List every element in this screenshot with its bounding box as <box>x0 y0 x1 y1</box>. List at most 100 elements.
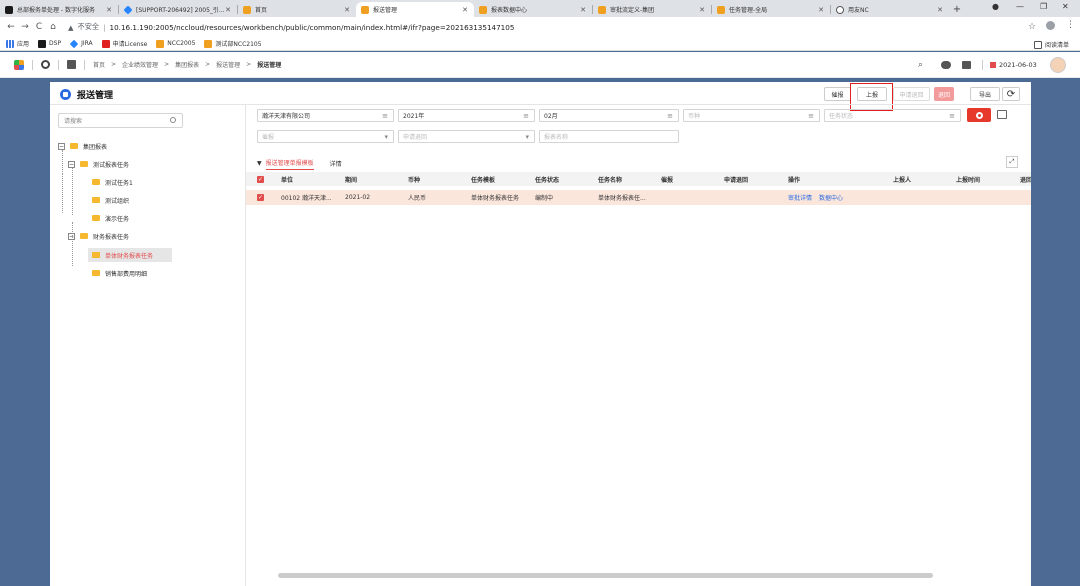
tree-search-input[interactable]: 请搜索 <box>58 113 183 128</box>
year-select[interactable]: 2021年 ≡ <box>398 109 535 122</box>
breadcrumb: 首页 > 企业绩效管理 > 集团报表 > 报送管理 > 报送管理 <box>93 61 282 69</box>
browser-tab-bar: 总部报务单处理 - 数字化服务 ✕ [SUPPORT-206492] 2005_引… <box>0 0 1080 17</box>
account-icon[interactable] <box>1046 21 1055 30</box>
select-all-checkbox[interactable]: ✓ <box>257 175 264 183</box>
browser-tab-7[interactable]: 任务管理-全局 ✕ <box>712 2 830 17</box>
avatar[interactable] <box>1050 57 1066 73</box>
task-status-select[interactable]: 任务状态 ≡ <box>824 109 961 122</box>
browser-tab-3[interactable]: 首页 ✕ <box>238 2 356 17</box>
urge-select[interactable]: 催报 ▾ <box>257 130 394 143</box>
tree-node-item[interactable]: 销售部费用明细 <box>92 266 147 280</box>
urge-button[interactable]: 催报 <box>824 87 851 101</box>
close-icon[interactable]: ✕ <box>936 6 944 14</box>
approval-details-link[interactable]: 审批详情 <box>788 193 812 202</box>
close-icon[interactable]: ✕ <box>461 6 469 14</box>
browser-tab-8[interactable]: 用友NC ✕ <box>831 2 949 17</box>
folder-icon <box>92 215 100 221</box>
month-select[interactable]: 02月 ≡ <box>539 109 679 122</box>
browser-tab-5[interactable]: 报表数据中心 ✕ <box>474 2 592 17</box>
folder-icon <box>80 233 88 239</box>
report-button[interactable]: 上报 <box>857 87 887 101</box>
tab-template[interactable]: 报送管理单报模板 <box>265 156 314 170</box>
home-icon[interactable]: ⌂ <box>46 22 60 32</box>
close-icon[interactable]: ✕ <box>579 6 587 14</box>
jira-icon <box>123 4 133 15</box>
bookmark-license[interactable]: 申请License <box>101 39 147 48</box>
video-icon[interactable] <box>962 61 971 69</box>
tab-details[interactable]: 详情 <box>330 156 342 170</box>
forward-icon[interactable]: → <box>18 22 32 32</box>
tree-node-group2[interactable]: − 财务报表任务 <box>68 229 129 243</box>
tree-node-item[interactable]: 测试组织 <box>92 193 129 207</box>
refresh-icon[interactable]: ⟳ <box>1002 87 1020 101</box>
report-name-input[interactable]: 报表名称 <box>539 130 679 143</box>
bookmark-ncc2105[interactable]: 测试部NCC2105 <box>204 39 262 48</box>
ncc-icon <box>243 5 251 14</box>
window-close-icon[interactable]: ✕ <box>1062 2 1069 11</box>
tree-node-group1[interactable]: − 测试报表任务 <box>68 157 129 171</box>
main-panel: 报送管理 催报 上报 申请退回 退回 导出 ⟳ 请搜索 − 集团报表 − 测试报表任… <box>50 82 1031 586</box>
bookmark-apps[interactable]: 应用 <box>6 39 29 48</box>
chevron-down-icon: ▾ <box>525 133 529 141</box>
bookmark-dsp[interactable]: DSP <box>38 39 61 48</box>
export-button[interactable]: 导出 <box>970 87 1000 101</box>
browser-tab-1[interactable]: 总部报务单处理 - 数字化服务 ✕ <box>0 2 118 17</box>
back-icon[interactable]: ← <box>4 22 18 32</box>
print-icon[interactable] <box>997 110 1007 119</box>
message-icon[interactable] <box>941 61 951 69</box>
close-icon[interactable]: ✕ <box>698 6 706 14</box>
folder-icon <box>92 197 100 203</box>
reading-list[interactable]: 阅读清单 <box>1034 40 1069 49</box>
request-return-select[interactable]: 申请退回 ▾ <box>398 130 535 143</box>
horizontal-scrollbar[interactable] <box>278 573 933 578</box>
tree-node-item[interactable]: 演示任务 <box>92 211 129 225</box>
search-button[interactable] <box>967 108 991 122</box>
close-icon[interactable]: ✕ <box>817 6 825 14</box>
bookmark-ncc2005[interactable]: NCC2005 <box>156 39 195 48</box>
browser-tab-2[interactable]: [SUPPORT-206492] 2005_引... ✕ <box>119 2 237 17</box>
page-title: 报送管理 <box>60 88 113 101</box>
tree-pane: 请搜索 − 集团报表 − 测试报表任务 测试任务1 测试组织 演示任务 − 财务报表任… <box>50 105 246 586</box>
row-checkbox[interactable]: ✓ <box>257 194 264 201</box>
reading-list-icon <box>1034 40 1042 49</box>
company-select[interactable]: 瀚洋天津有限公司 ≡ <box>257 109 394 122</box>
list-icon: ≡ <box>382 112 388 120</box>
request-return-button[interactable]: 申请退回 <box>893 87 930 101</box>
ncc-icon <box>361 5 369 14</box>
reload-icon[interactable]: C <box>32 22 46 32</box>
browser-tab-6[interactable]: 审批流定义-集团 ✕ <box>593 2 711 17</box>
url-field[interactable]: ▲ 不安全 | 10.16.1.190:2005/nccloud/resourc… <box>68 22 514 32</box>
bookmark-jira[interactable]: JIRA <box>69 39 93 48</box>
table-row[interactable]: ✓ 00102 瀚洋天津... 2021-02 人民币 单体财务报表任务 编制中… <box>246 190 1031 205</box>
data-center-link[interactable]: 数据中心 <box>819 193 843 202</box>
caret-down-icon[interactable]: ▼ <box>257 160 262 167</box>
collapse-icon[interactable]: − <box>68 160 75 168</box>
report-icon <box>60 89 71 100</box>
close-icon[interactable]: ✕ <box>343 6 351 14</box>
collapse-icon[interactable]: − <box>68 232 75 240</box>
close-icon[interactable]: ✕ <box>105 6 113 14</box>
collapse-icon[interactable]: − <box>58 142 65 150</box>
search-icon[interactable]: ⌕ <box>918 60 923 70</box>
minimize-icon[interactable]: — <box>1016 2 1024 11</box>
star-icon[interactable]: ☆ <box>1028 22 1036 32</box>
date-display: 2021-06-03 <box>990 61 1037 69</box>
app-logo-icon[interactable] <box>14 59 24 70</box>
menu-dots-icon[interactable]: ⋮ <box>1066 20 1075 30</box>
currency-select[interactable]: 币种 ≡ <box>683 109 820 122</box>
browser-tab-4[interactable]: 报送管理 ✕ <box>356 2 474 17</box>
new-tab-button[interactable]: + <box>949 2 965 17</box>
building-icon[interactable] <box>67 60 76 69</box>
tree-node-root[interactable]: − 集团报表 <box>58 139 107 153</box>
profile-icon[interactable]: ● <box>992 2 999 11</box>
tree-node-item[interactable]: 测试任务1 <box>92 175 133 189</box>
clock-icon[interactable] <box>41 60 50 69</box>
fullscreen-icon[interactable]: ⤢ <box>1006 156 1018 168</box>
restore-icon[interactable]: ❐ <box>1040 2 1047 11</box>
return-button[interactable]: 退回 <box>934 87 954 101</box>
list-icon: ≡ <box>949 112 955 120</box>
search-icon <box>170 117 176 123</box>
folder-icon <box>92 179 100 185</box>
tree-node-selected[interactable]: 单体财务报表任务 <box>88 248 172 262</box>
close-icon[interactable]: ✕ <box>224 6 232 14</box>
